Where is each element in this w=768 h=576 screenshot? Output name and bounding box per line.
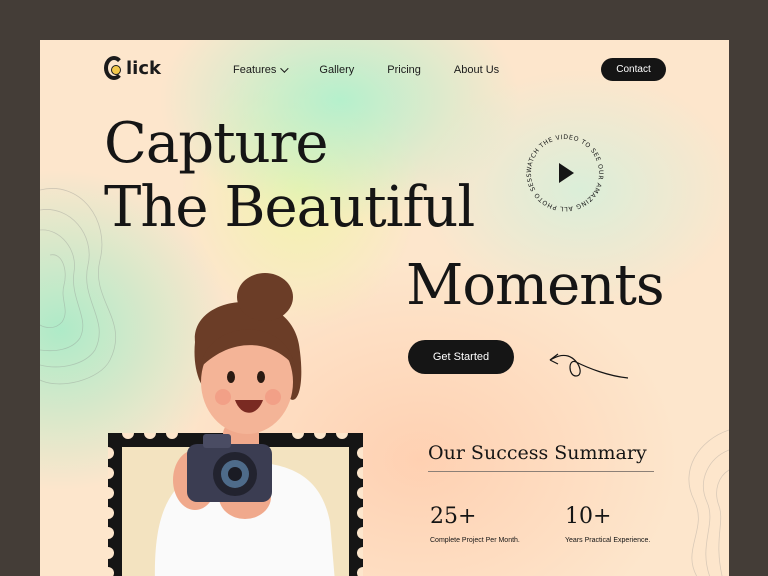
main-nav: Features Gallery Pricing About Us (233, 64, 532, 76)
nav-item-pricing[interactable]: Pricing (387, 64, 421, 76)
get-started-button[interactable]: Get Started (408, 340, 514, 374)
hero-title-line-3: Moments (406, 253, 665, 318)
stat-value: 25+ (430, 504, 477, 529)
brand-name: lick (126, 57, 161, 79)
brand-logo[interactable]: lick (104, 56, 161, 80)
hero-title-line-2: The Beautiful (104, 175, 475, 240)
contact-button[interactable]: Contact (601, 58, 666, 81)
hero-title-line-1: Capture (104, 111, 329, 176)
nav-item-features[interactable]: Features (233, 64, 290, 76)
divider (428, 471, 654, 472)
photographer-illustration (154, 273, 335, 576)
stat-label: Years Practical Experience. (565, 537, 651, 544)
curly-arrow-icon (549, 353, 629, 379)
success-summary-title: Our Success Summary (428, 442, 647, 464)
landing-page: lick Features Gallery Pricing About Us C… (40, 40, 729, 576)
nav-item-gallery[interactable]: Gallery (319, 64, 354, 76)
contour-decoration (688, 429, 729, 576)
logo-mark-icon (104, 56, 124, 80)
nav-item-label: Gallery (319, 64, 355, 76)
chevron-down-icon (280, 64, 290, 73)
nav-item-label: Features (233, 64, 277, 76)
nav-item-label: Pricing (387, 64, 421, 76)
stat-label: Complete Project Per Month. (430, 537, 520, 544)
stat-value: 10+ (565, 504, 612, 529)
nav-item-label: About Us (453, 64, 500, 76)
play-icon[interactable] (559, 163, 574, 183)
nav-item-about-us[interactable]: About Us (454, 64, 499, 76)
watch-video-badge[interactable]: WATCH THE VIDEO TO SEE OUR AMAZING ALL P… (522, 130, 608, 216)
